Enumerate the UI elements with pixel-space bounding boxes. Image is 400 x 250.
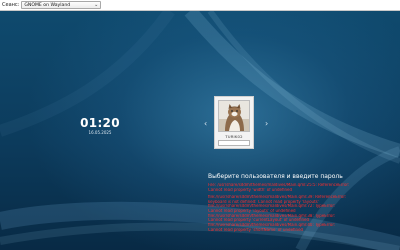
login-prompt: Выберите пользователя и введите пароль: [208, 173, 343, 180]
session-dropdown[interactable]: GNOME on Wayland ⌄: [21, 1, 102, 9]
cat-photo-icon: [219, 101, 249, 131]
password-input[interactable]: [218, 140, 250, 146]
next-user-arrow-icon[interactable]: ›: [265, 120, 268, 128]
clock-time: 01:20: [80, 116, 120, 130]
clock-date: 16.05.2025: [88, 130, 112, 135]
user-card[interactable]: TURIK02: [214, 96, 254, 149]
warning-line: Cannot read property 'shortName' of unde…: [208, 227, 304, 232]
error-log: File: /usr/share/sddm/themes/maldives/Ma…: [208, 183, 394, 233]
user-avatar: [218, 100, 250, 132]
session-label: Сеанс:: [2, 2, 20, 8]
chevron-down-icon: ⌄: [94, 1, 99, 8]
session-bar: Сеанс: GNOME on Wayland ⌄: [0, 0, 400, 11]
session-dropdown-value: GNOME on Wayland: [24, 2, 71, 8]
clock-widget: 01:20 16.05.2025: [78, 116, 122, 136]
previous-user-arrow-icon[interactable]: ‹: [204, 120, 207, 128]
user-name: TURIK02: [225, 134, 243, 139]
